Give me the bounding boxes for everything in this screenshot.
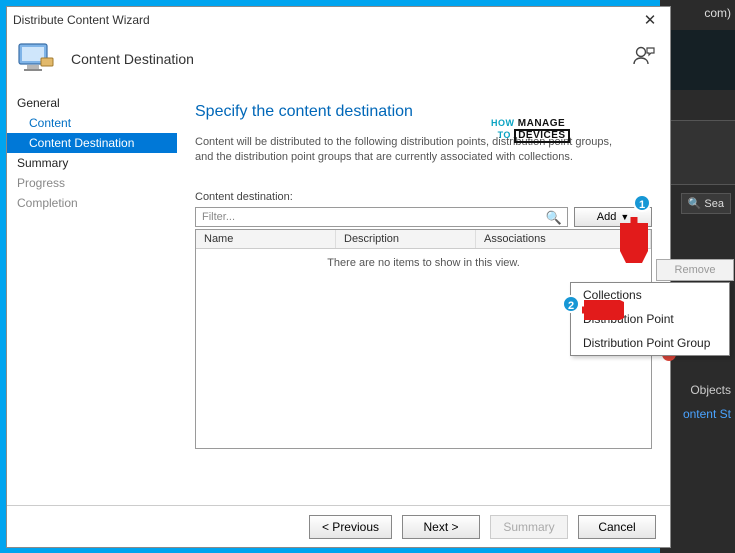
list-side-buttons: Remove <box>656 259 734 281</box>
watermark-devices: DEVICES <box>514 129 569 143</box>
bg-block <box>660 30 735 90</box>
nav-item-general[interactable]: General <box>7 93 177 113</box>
previous-button[interactable]: < Previous <box>309 515 392 539</box>
remove-button: Remove <box>656 259 734 281</box>
annotation-badge-1: 1 <box>633 194 651 212</box>
wizard-nav: General Content Content Destination Summ… <box>7 85 177 505</box>
col-name[interactable]: Name <box>196 230 336 248</box>
nav-item-summary[interactable]: Summary <box>7 153 177 173</box>
col-description[interactable]: Description <box>336 230 476 248</box>
empty-list-message: There are no items to show in this view. <box>196 249 651 269</box>
background-search-button[interactable]: 🔍 Sea <box>681 193 731 214</box>
nav-item-content-destination[interactable]: Content Destination <box>7 133 177 153</box>
user-feedback-icon[interactable] <box>632 45 656 73</box>
watermark-logo: HOW MANAGE TO DEVICES <box>491 119 570 143</box>
summary-button: Summary <box>490 515 568 539</box>
wizard-header: Content Destination <box>7 33 670 85</box>
bg-search-label: Sea <box>704 198 724 210</box>
bg-caption: com) <box>704 6 731 20</box>
wizard-step-title: Content Destination <box>71 51 194 67</box>
monitor-icon <box>17 40 57 78</box>
nav-item-content[interactable]: Content <box>7 113 177 133</box>
watermark-how: HOW <box>491 118 515 128</box>
watermark-manage: MANAGE <box>518 118 565 129</box>
page-heading: Specify the content destination <box>195 103 652 121</box>
bg-objects-label: Objects <box>690 383 731 397</box>
menu-item-distribution-point-group[interactable]: Distribution Point Group <box>571 331 729 355</box>
watermark-to: TO <box>498 130 511 140</box>
annotation-arrow-1 <box>620 215 648 263</box>
annotation-arrow-2 <box>580 300 624 320</box>
wizard-footer: < Previous Next > Summary Cancel <box>7 505 670 547</box>
nav-item-completion: Completion <box>7 193 177 213</box>
search-icon[interactable]: 🔍 <box>546 210 562 226</box>
nav-item-progress: Progress <box>7 173 177 193</box>
cancel-button[interactable]: Cancel <box>578 515 656 539</box>
window-title: Distribute Content Wizard <box>13 13 636 27</box>
next-button[interactable]: Next > <box>402 515 480 539</box>
bg-content-link[interactable]: ontent St <box>683 407 731 421</box>
bg-block <box>660 120 735 185</box>
search-icon: 🔍 <box>688 198 702 210</box>
list-header: Name Description Associations <box>196 230 651 249</box>
add-button-label: Add <box>597 211 617 223</box>
distribute-content-wizard-window: Distribute Content Wizard ✕ Content Dest… <box>6 6 671 548</box>
annotation-badge-2: 2 <box>562 295 580 313</box>
filter-input[interactable]: Filter... <box>195 207 568 227</box>
close-button[interactable]: ✕ <box>636 11 664 29</box>
filter-row: Filter... 🔍 Add ▼ <box>195 207 652 227</box>
content-destination-label: Content destination: <box>195 191 652 203</box>
window-titlebar: Distribute Content Wizard ✕ <box>7 7 670 33</box>
